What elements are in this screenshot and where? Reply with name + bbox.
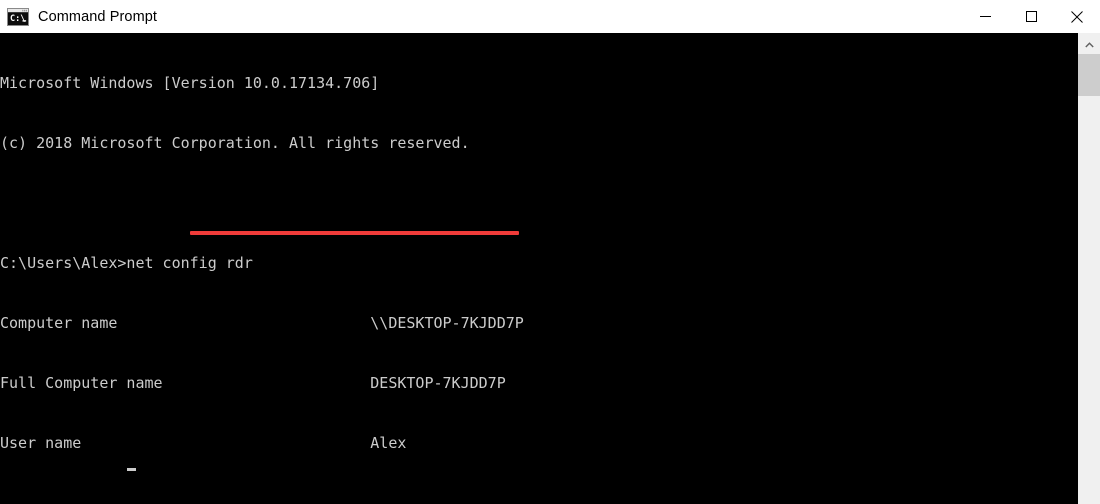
scrollbar-up-button[interactable] [1078, 33, 1100, 54]
command-prompt-window: C:\ Command Prompt Microsoft Windows [Ve… [0, 0, 1100, 504]
console-output-area[interactable]: Microsoft Windows [Version 10.0.17134.70… [0, 33, 1078, 504]
minimize-button[interactable] [962, 0, 1008, 33]
svg-text:C:\: C:\ [10, 14, 25, 24]
window-title: Command Prompt [38, 8, 158, 25]
maximize-button[interactable] [1008, 0, 1054, 33]
console-cursor [127, 468, 136, 471]
maximize-icon [1025, 11, 1037, 22]
guid-red-underline [189, 231, 519, 235]
console-line: Full Computer name DESKTOP-7KJDD7P [0, 374, 506, 392]
console-text: Microsoft Windows [Version 10.0.17134.70… [0, 33, 659, 504]
title-bar-left: C:\ Command Prompt [0, 0, 962, 33]
scrollbar-thumb[interactable] [1078, 54, 1100, 96]
console-line: (c) 2018 Microsoft Corporation. All righ… [0, 134, 470, 152]
command-prompt-icon: C:\ [7, 7, 29, 26]
console-line: User name Alex [0, 434, 407, 452]
minimize-icon [979, 11, 991, 22]
close-button[interactable] [1054, 0, 1100, 33]
console-line-command: C:\Users\Alex>net config rdr [0, 254, 253, 272]
console-scrollbar[interactable] [1078, 33, 1100, 504]
console-line: Microsoft Windows [Version 10.0.17134.70… [0, 74, 380, 92]
title-bar[interactable]: C:\ Command Prompt [0, 0, 1100, 33]
chevron-up-icon [1084, 35, 1094, 53]
console-line: Computer name \\DESKTOP-7KJDD7P [0, 314, 524, 332]
close-icon [1071, 10, 1083, 23]
scrollbar-track[interactable] [1078, 96, 1100, 504]
